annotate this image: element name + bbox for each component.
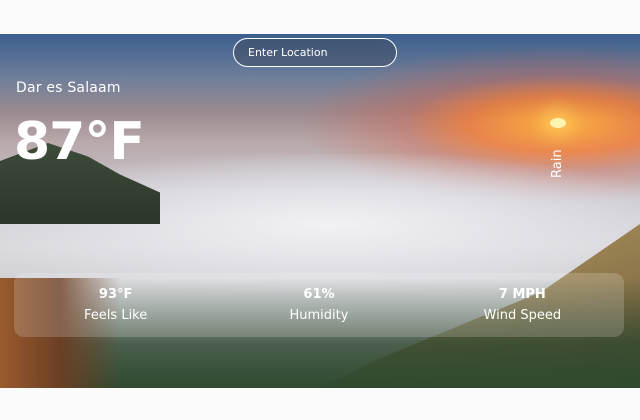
weather-condition: Rain — [550, 149, 565, 178]
wind-speed-label: Wind Speed — [483, 308, 562, 323]
wind-speed-stat: 7 MPH Wind Speed — [432, 287, 612, 323]
humidity-stat: 61% Humidity — [229, 287, 409, 323]
city-name: Dar es Salaam — [16, 80, 121, 96]
weather-stats-panel: 93°F Feels Like 61% Humidity 7 MPH Wind … — [14, 273, 624, 337]
wind-speed-value: 7 MPH — [498, 287, 546, 302]
humidity-value: 61% — [303, 287, 335, 302]
feels-like-value: 93°F — [98, 287, 133, 302]
feels-like-stat: 93°F Feels Like — [26, 287, 206, 323]
current-temperature: 87°F — [14, 112, 145, 172]
humidity-label: Humidity — [289, 308, 349, 323]
sun — [550, 118, 566, 128]
feels-like-label: Feels Like — [84, 308, 148, 323]
location-input[interactable]: Enter Location — [233, 38, 397, 67]
